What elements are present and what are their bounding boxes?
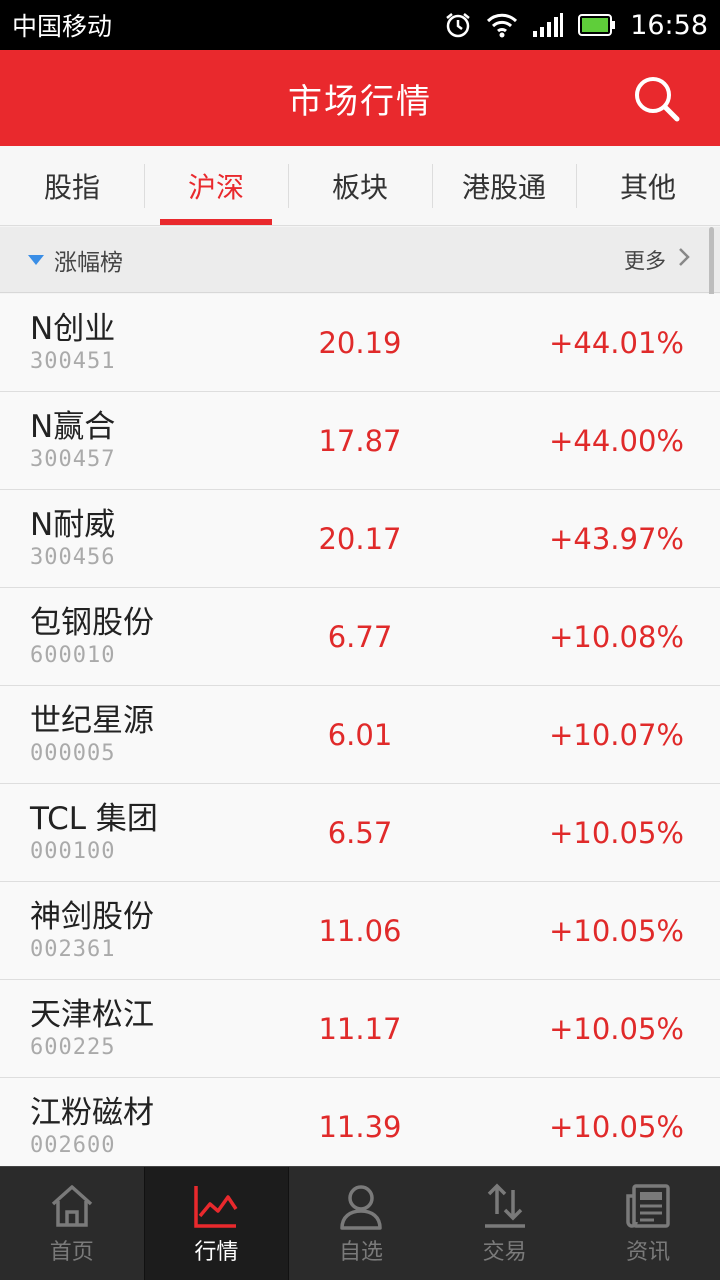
stock-code: 002600 <box>30 1132 116 1158</box>
tab-index[interactable]: 股指 <box>0 146 144 225</box>
stock-name: N耐威 <box>30 506 116 543</box>
stock-change: +10.08% <box>549 619 684 654</box>
stock-list: N创业 300451 20.19 +44.01% N赢合 300457 17.87 … <box>0 294 720 1166</box>
stock-name: 世纪星源 <box>30 702 154 739</box>
person-icon <box>337 1182 385 1230</box>
stock-name: N赢合 <box>30 408 116 445</box>
table-row[interactable]: N创业 300451 20.19 +44.01% <box>0 294 720 392</box>
stock-code: 002361 <box>30 936 116 962</box>
stock-price: 17.87 <box>318 423 402 458</box>
stock-price: 6.01 <box>327 717 393 752</box>
stock-code: 000100 <box>30 838 116 864</box>
nav-market[interactable]: 行情 <box>143 1167 290 1280</box>
trade-arrows-icon <box>481 1182 529 1230</box>
nav-watchlist[interactable]: 自选 <box>289 1167 433 1280</box>
tab-sectors[interactable]: 板块 <box>288 146 432 225</box>
section-title: 涨幅榜 <box>54 249 123 276</box>
stock-change: +10.05% <box>549 815 684 850</box>
stock-price: 6.57 <box>327 815 393 850</box>
clock: 16:58 <box>630 9 708 41</box>
table-row[interactable]: 天津松江 600225 11.17 +10.05% <box>0 980 720 1078</box>
stock-change: +10.05% <box>549 1109 684 1144</box>
tab-shanghai-shenzhen[interactable]: 沪深 <box>144 146 288 225</box>
table-row[interactable]: 世纪星源 000005 6.01 +10.07% <box>0 686 720 784</box>
tab-hk-connect[interactable]: 港股通 <box>432 146 576 225</box>
stock-code: 300451 <box>30 348 116 374</box>
stock-price: 11.17 <box>318 1011 402 1046</box>
stock-name: 江粉磁材 <box>30 1094 154 1131</box>
stock-change: +10.05% <box>549 1011 684 1046</box>
nav-news[interactable]: 资讯 <box>576 1167 720 1280</box>
stock-price: 6.77 <box>327 619 393 654</box>
wifi-icon <box>486 12 518 38</box>
section-header: 涨幅榜 更多 <box>0 227 720 293</box>
stock-change: +44.01% <box>549 325 684 360</box>
table-row[interactable]: 神剑股份 002361 11.06 +10.05% <box>0 882 720 980</box>
stock-change: +10.07% <box>549 717 684 752</box>
stock-change: +43.97% <box>549 521 684 556</box>
stock-name: TCL 集团 <box>30 800 158 837</box>
collapse-triangle-icon <box>28 254 44 265</box>
stock-price: 20.17 <box>318 521 402 556</box>
more-button[interactable]: 更多 <box>624 245 690 275</box>
stock-name: 包钢股份 <box>30 604 154 641</box>
stock-price: 11.39 <box>318 1109 402 1144</box>
section-toggle[interactable]: 涨幅榜 <box>28 243 123 277</box>
table-row[interactable]: 江粉磁材 002600 11.39 +10.05% <box>0 1078 720 1166</box>
tab-other[interactable]: 其他 <box>576 146 720 225</box>
scrollbar[interactable] <box>709 227 714 303</box>
table-row[interactable]: 包钢股份 600010 6.77 +10.08% <box>0 588 720 686</box>
stock-name: 神剑股份 <box>30 898 154 935</box>
stock-code: 300457 <box>30 446 116 472</box>
nav-home-label: 首页 <box>49 1239 94 1265</box>
stock-price: 11.06 <box>318 913 402 948</box>
stock-name: N创业 <box>30 310 116 347</box>
nav-news-label: 资讯 <box>626 1239 671 1265</box>
table-row[interactable]: TCL 集团 000100 6.57 +10.05% <box>0 784 720 882</box>
nav-home[interactable]: 首页 <box>0 1167 144 1280</box>
more-label: 更多 <box>624 248 666 273</box>
page-title: 市场行情 <box>288 81 432 122</box>
stock-code: 300456 <box>30 544 116 570</box>
nav-trade[interactable]: 交易 <box>433 1167 577 1280</box>
news-icon <box>624 1182 672 1230</box>
battery-icon <box>578 14 616 36</box>
market-tabs: 股指 沪深 板块 港股通 其他 <box>0 146 720 226</box>
alarm-icon <box>444 11 472 39</box>
nav-watchlist-label: 自选 <box>338 1239 383 1265</box>
status-bar: 中国移动 16:58 <box>0 0 720 50</box>
search-button[interactable] <box>632 74 682 124</box>
carrier-name: 中国移动 <box>12 12 113 41</box>
nav-trade-label: 交易 <box>482 1239 527 1265</box>
stock-change: +10.05% <box>549 913 684 948</box>
home-icon <box>48 1182 96 1230</box>
stock-code: 600010 <box>30 642 116 668</box>
bottom-nav: 首页 行情 自选 交易 资讯 <box>0 1166 720 1280</box>
stock-code: 600225 <box>30 1034 116 1060</box>
search-icon <box>632 77 682 128</box>
stock-code: 000005 <box>30 740 116 766</box>
table-row[interactable]: N赢合 300457 17.87 +44.00% <box>0 392 720 490</box>
table-row[interactable]: N耐威 300456 20.17 +43.97% <box>0 490 720 588</box>
nav-market-label: 行情 <box>194 1239 239 1265</box>
stock-change: +44.00% <box>549 423 684 458</box>
chevron-right-icon <box>678 247 690 272</box>
app-header: 市场行情 <box>0 50 720 146</box>
chart-icon <box>192 1182 240 1230</box>
signal-icon <box>532 12 564 38</box>
stock-price: 20.19 <box>318 325 402 360</box>
stock-name: 天津松江 <box>30 996 154 1033</box>
